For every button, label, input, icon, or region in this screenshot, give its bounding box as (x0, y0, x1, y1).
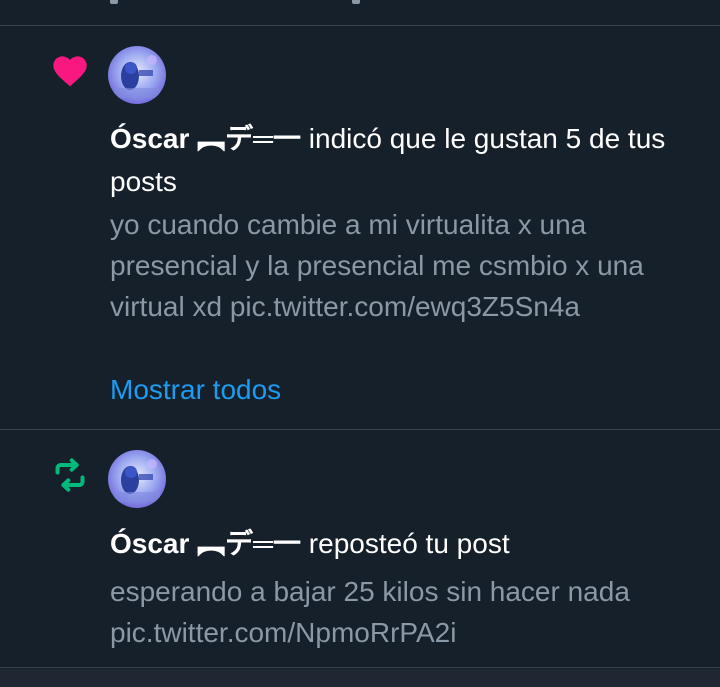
post-preview-text[interactable]: esperando a bajar 25 kilos sin hacer nad… (110, 571, 690, 653)
text-fragment (110, 0, 118, 4)
avatar[interactable] (108, 450, 166, 508)
previous-notification-remnant (0, 0, 720, 26)
avatar[interactable] (108, 46, 166, 104)
heart-icon (50, 51, 90, 91)
action-text: reposteó tu post (301, 528, 510, 559)
repost-icon (50, 455, 90, 495)
notification-headline: Óscar ︻デ═一 reposteó tu post (110, 522, 700, 565)
show-all-link[interactable]: Mostrar todos (110, 369, 281, 410)
user-name[interactable]: Óscar ︻デ═一 (110, 123, 301, 154)
notification-repost[interactable]: Óscar ︻デ═一 reposteó tu post esperando a … (0, 431, 720, 668)
text-fragment (352, 0, 360, 4)
notification-like[interactable]: Óscar ︻デ═一 indicó que le gustan 5 de tus… (0, 26, 720, 430)
post-preview-text[interactable]: yo cuando cambie a mi virtualita x una p… (110, 204, 690, 327)
user-name[interactable]: Óscar ︻デ═一 (110, 528, 301, 559)
bottom-bar (0, 669, 720, 687)
notification-headline: Óscar ︻デ═一 indicó que le gustan 5 de tus… (110, 117, 700, 203)
